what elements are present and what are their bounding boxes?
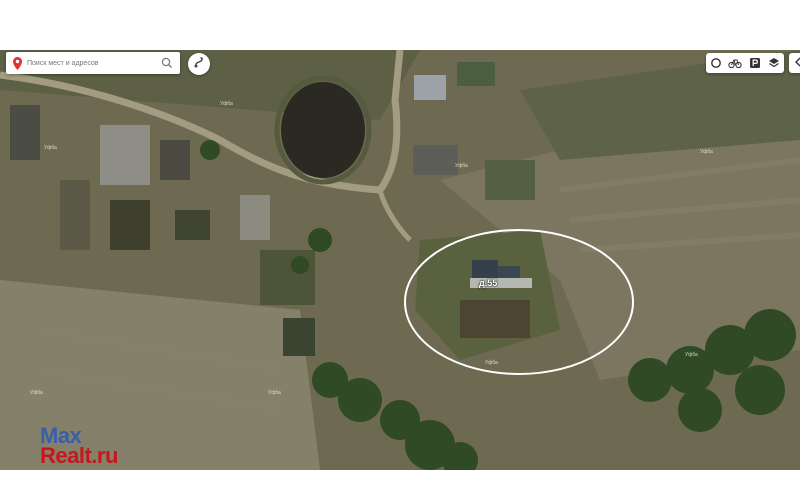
route-icon xyxy=(192,55,206,74)
bicycle-icon[interactable] xyxy=(728,56,742,70)
layers-icon[interactable] xyxy=(767,56,781,70)
watermark-line2: Realt.ru xyxy=(40,443,118,468)
road-label: Уфба xyxy=(30,390,43,396)
satellite-imagery xyxy=(0,50,800,470)
road-label: Уфба xyxy=(455,163,468,169)
search-icon[interactable] xyxy=(160,56,174,70)
road-label: Уфба xyxy=(485,360,498,366)
road-label: Уфба xyxy=(268,390,281,396)
road-label: Уфба xyxy=(700,149,713,155)
map-layer-controls xyxy=(706,53,784,73)
search-bar[interactable]: Поиск мест и адресов xyxy=(6,52,180,74)
expand-panel-button[interactable] xyxy=(789,53,800,73)
road-label: Уфба xyxy=(685,352,698,358)
chevron-left-icon xyxy=(794,54,800,72)
maxrealt-watermark: Max Realt.ru xyxy=(40,425,118,468)
map-pin-icon xyxy=(10,52,24,74)
road-label: Уфба xyxy=(44,145,57,151)
road-label: Уфба xyxy=(220,101,233,107)
satellite-map[interactable] xyxy=(0,50,800,470)
property-number-label: д.55 xyxy=(479,278,498,288)
route-button[interactable] xyxy=(188,53,210,75)
traffic-icon[interactable] xyxy=(709,56,723,70)
search-input[interactable]: Поиск мест и адресов xyxy=(27,60,160,67)
parking-icon[interactable] xyxy=(748,56,762,70)
